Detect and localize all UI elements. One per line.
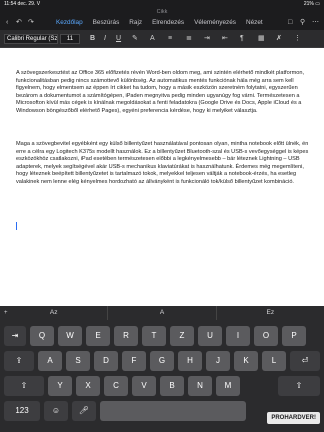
emoji-key[interactable]: ☺ (44, 401, 68, 421)
paragraph: Maga a szövegbevitel egyébként egy külső… (16, 141, 309, 185)
more-format-icon[interactable]: ⋮ (294, 34, 301, 44)
status-time: 11:54 (4, 1, 17, 7)
on-screen-keyboard: + Az A Ez ⇥ Q W E R T Z U I O P ⇪ A S D F G H J K L ⏎ ⇧ Y X C V B N M… (0, 306, 324, 432)
space-bar[interactable] (100, 401, 246, 421)
text-cursor (16, 222, 17, 230)
bullet-list-icon[interactable]: ≡ (168, 34, 172, 44)
indent-icon[interactable]: ⇥ (204, 34, 210, 44)
key-l[interactable]: L (262, 351, 286, 371)
key-k[interactable]: K (234, 351, 258, 371)
key-m[interactable]: M (216, 376, 240, 396)
numbered-list-icon[interactable]: ≣ (186, 34, 192, 44)
tab-0[interactable]: Kezdőlap (56, 16, 83, 30)
key-e[interactable]: E (86, 326, 110, 346)
bold-icon[interactable]: B (90, 34, 95, 44)
paragraph-icon[interactable]: ¶ (240, 34, 244, 44)
more-icon[interactable]: ⋯ (312, 19, 319, 27)
search-icon[interactable]: ⚲ (300, 19, 305, 27)
tab-1[interactable]: Beszúrás (93, 16, 120, 30)
key-p[interactable]: P (282, 326, 306, 346)
share-icon[interactable]: □ (288, 19, 292, 27)
document-page[interactable]: A szövegszerkesztést az Office 365 előfi… (0, 48, 324, 306)
key-o[interactable]: O (254, 326, 278, 346)
prohardver-logo: PROHARDVER! (267, 412, 320, 424)
numbers-key[interactable]: 123 (4, 401, 40, 421)
plus-icon[interactable]: + (4, 306, 8, 320)
highlight-icon[interactable]: ✎ (132, 34, 138, 44)
tab-key[interactable]: ⇥ (4, 326, 26, 346)
mic-key[interactable]: 🎤︎ (72, 401, 96, 421)
clear-format-icon[interactable]: ✗ (276, 34, 282, 44)
status-bar: 11:54 dec. 29. V 21% ▭ (0, 0, 324, 8)
key-u[interactable]: U (198, 326, 222, 346)
document-title: Cikk (156, 9, 168, 15)
shift-right-key[interactable]: ⇧ (278, 376, 320, 396)
status-date: dec. 29. V (17, 1, 41, 7)
tab-2[interactable]: Rajz (129, 16, 142, 30)
key-w[interactable]: W (58, 326, 82, 346)
key-g[interactable]: G (150, 351, 174, 371)
suggestion-bar: + Az A Ez (0, 306, 324, 320)
key-z[interactable]: Z (170, 326, 194, 346)
suggestion-item[interactable]: Ez (215, 306, 324, 320)
key-s[interactable]: S (66, 351, 90, 371)
return-key[interactable]: ⏎ (290, 351, 320, 371)
underline-icon[interactable]: U (116, 34, 121, 44)
shift-left-key[interactable]: ⇧ (4, 376, 44, 396)
caps-lock-key[interactable]: ⇪ (4, 351, 34, 371)
key-i[interactable]: I (226, 326, 250, 346)
key-r[interactable]: R (114, 326, 138, 346)
key-n[interactable]: N (188, 376, 212, 396)
font-color-icon[interactable]: A (150, 34, 155, 44)
tab-5[interactable]: Nézet (246, 16, 263, 30)
ribbon-tabs-bar: ‹ ↶ ↷ Kezdőlap Beszúrás Rajz Elrendezés Véle… (0, 16, 324, 30)
key-q[interactable]: Q (30, 326, 54, 346)
key-y[interactable]: Y (48, 376, 72, 396)
key-f[interactable]: F (122, 351, 146, 371)
key-t[interactable]: T (142, 326, 166, 346)
tab-3[interactable]: Elrendezés (152, 16, 184, 30)
key-d[interactable]: D (94, 351, 118, 371)
styles-icon[interactable]: ▦ (258, 34, 265, 44)
suggestion-item[interactable]: A (107, 306, 215, 320)
redo-icon[interactable]: ↷ (28, 19, 34, 27)
key-c[interactable]: C (104, 376, 128, 396)
suggestion-item[interactable]: Az (0, 306, 107, 320)
back-icon[interactable]: ‹ (6, 19, 8, 27)
align-left-icon[interactable]: ⇤ (222, 34, 228, 44)
format-toolbar: Calibri Regular (Sz 11 B I U ✎ A ≡ ≣ ⇥ ⇤… (0, 30, 324, 48)
key-v[interactable]: V (132, 376, 156, 396)
font-name-field[interactable]: Calibri Regular (Sz (4, 34, 58, 44)
font-size-field[interactable]: 11 (60, 34, 80, 44)
key-a[interactable]: A (38, 351, 62, 371)
battery-indicator: 21% ▭ (303, 1, 320, 7)
key-b[interactable]: B (160, 376, 184, 396)
key-h[interactable]: H (178, 351, 202, 371)
key-j[interactable]: J (206, 351, 230, 371)
italic-icon[interactable]: I (104, 34, 106, 44)
undo-icon[interactable]: ↶ (16, 19, 22, 27)
key-x[interactable]: X (76, 376, 100, 396)
tab-4[interactable]: Véleményezés (194, 16, 236, 30)
paragraph: A szövegszerkesztést az Office 365 előfi… (16, 70, 305, 114)
